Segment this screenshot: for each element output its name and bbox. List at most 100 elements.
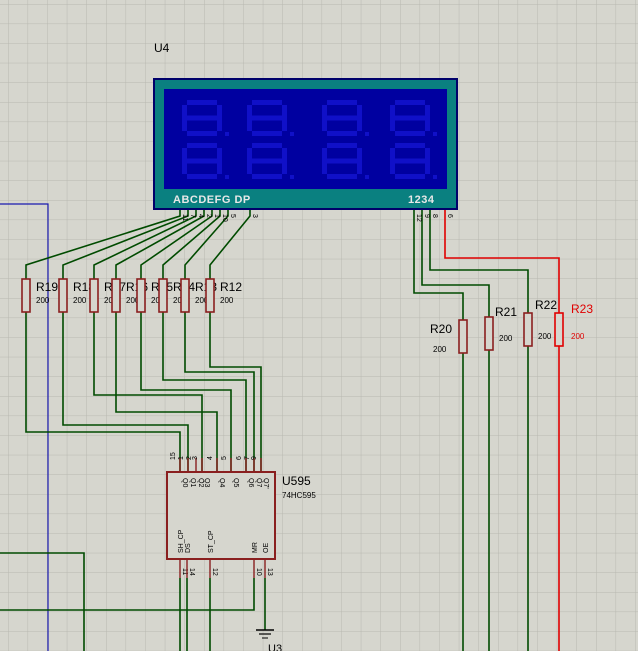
chip-pin-name: ST_CP	[208, 530, 215, 553]
resistor-ref: R22	[535, 298, 557, 312]
resistor-body	[111, 278, 121, 313]
resistor-ref: R12	[220, 280, 242, 294]
seven-segment-display[interactable]: ABCDEFG DP 1234	[153, 78, 458, 210]
lcd-segment	[217, 148, 222, 161]
lcd-segment	[425, 161, 430, 174]
chip-pin-name: Q6	[247, 478, 254, 487]
resistor-ref: R20	[430, 322, 452, 336]
lcd-segment	[252, 174, 282, 179]
lcd-segment	[187, 143, 217, 148]
lcd-segment	[395, 115, 425, 121]
lcd-segment	[252, 158, 282, 164]
lcd-dot	[365, 175, 369, 179]
resistor-body	[158, 278, 168, 313]
display-pin-number: 7	[189, 214, 196, 218]
lcd-segment	[217, 105, 222, 118]
resistor-body	[523, 312, 533, 347]
display-ref: U4	[154, 41, 170, 55]
chip-pin-name: SH_CP	[178, 529, 185, 553]
resistor-value: 200	[499, 334, 513, 343]
digit-pin-number: 8	[431, 214, 438, 218]
resistor-body	[458, 319, 468, 354]
chip-part: 74HC595	[282, 491, 316, 500]
chip-pin-number: 9	[251, 456, 258, 460]
lcd-segment	[357, 148, 362, 161]
lcd-segment	[327, 131, 357, 136]
resistor-body	[180, 278, 190, 313]
lcd-segment	[395, 143, 425, 148]
chip-pin-number: 3	[192, 456, 199, 460]
lcd-segment	[425, 148, 430, 161]
lcd-segment	[247, 161, 252, 174]
chip-pin-number: 6	[236, 456, 243, 460]
lcd-segment	[282, 161, 287, 174]
lcd-dot	[290, 175, 294, 179]
chip-pin-number: 1	[178, 456, 185, 460]
resistor-body	[21, 278, 31, 313]
digit-pin-number: 6	[446, 214, 453, 218]
lcd-segment	[182, 118, 187, 131]
lcd-segment	[390, 148, 395, 161]
lcd-segment	[247, 118, 252, 131]
lcd-segment	[187, 174, 217, 179]
lcd-segment	[357, 161, 362, 174]
lcd-dot	[433, 132, 437, 136]
lcd-segment	[357, 118, 362, 131]
lcd-segment	[182, 105, 187, 118]
lcd-segment	[252, 115, 282, 121]
lcd-segment	[282, 148, 287, 161]
lcd-segment	[252, 131, 282, 136]
lcd-segment	[395, 174, 425, 179]
resistor-body	[484, 316, 494, 351]
lcd-segment	[322, 161, 327, 174]
lcd-segment	[217, 118, 222, 131]
resistor-body	[205, 278, 215, 313]
chip-pin-name: Q7'	[262, 478, 269, 489]
chip-pin-number: 7	[244, 456, 251, 460]
segment-labels: ABCDEFG DP	[173, 194, 251, 206]
digit-pin-number: 12	[415, 214, 422, 222]
resistor-value: 200	[73, 296, 87, 305]
lcd-segment	[327, 143, 357, 148]
chip-pin-name: Q1	[189, 478, 196, 487]
lcd-segment	[395, 100, 425, 105]
lcd-segment	[247, 105, 252, 118]
resistor-ref: R19	[36, 280, 58, 294]
lcd-segment	[357, 105, 362, 118]
display-pin-number: 3	[251, 214, 258, 218]
resistor-ref: R21	[495, 305, 517, 319]
lcd-segment	[187, 100, 217, 105]
lcd-dot	[225, 175, 229, 179]
resistor-value: 200	[36, 296, 50, 305]
resistor-value: 200	[538, 332, 552, 341]
resistor-value: 200	[220, 296, 234, 305]
lcd-segment	[252, 100, 282, 105]
lcd-segment	[247, 148, 252, 161]
lcd-dot	[290, 132, 294, 136]
chip-pin-name: Q2	[197, 478, 204, 487]
resistor-body	[136, 278, 146, 313]
schematic-canvas[interactable]: U3 ABCDEFG DP 1234 U4 11 7 4 2 1 10 5 3 12 9 8 6 R…	[0, 0, 638, 651]
lcd-segment	[395, 131, 425, 136]
chip-ref: U595	[282, 474, 311, 488]
display-pin-number: 10	[221, 214, 228, 222]
lcd-segment	[327, 100, 357, 105]
lcd-segment	[322, 118, 327, 131]
chip-pin-name: Q0	[181, 478, 188, 487]
lcd-segment	[187, 131, 217, 136]
chip-pin-name: DS	[185, 543, 192, 553]
resistor-body	[58, 278, 68, 313]
digit-labels: 1234	[408, 194, 435, 206]
lcd-segment	[282, 105, 287, 118]
lcd-dot	[225, 132, 229, 136]
display-pin-number: 4	[197, 214, 204, 218]
lcd-segment	[425, 118, 430, 131]
lcd-segment	[187, 158, 217, 164]
display-pin-number: 11	[181, 214, 188, 221]
chip-pin-name: OE	[263, 543, 270, 553]
chip-pin-name: Q5	[232, 478, 239, 487]
partial-label: U3	[268, 643, 282, 651]
chip-pin-number: 14	[188, 568, 195, 576]
chip-pin-name: Q4	[218, 478, 225, 487]
lcd-segment	[390, 105, 395, 118]
